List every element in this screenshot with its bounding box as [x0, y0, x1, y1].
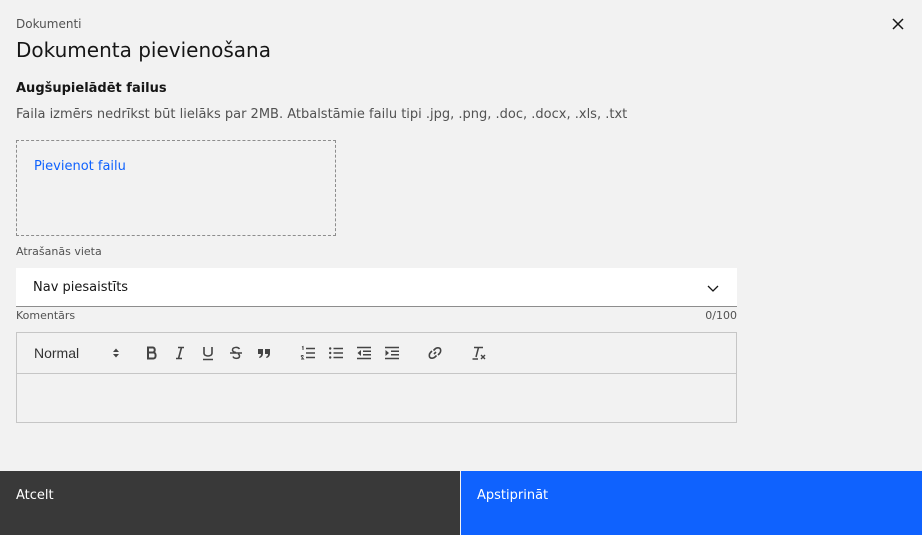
location-select[interactable]: Nav piesaistīts: [16, 268, 737, 307]
bullet-list-icon: [329, 347, 343, 359]
ordered-list-icon: [300, 345, 315, 360]
location-select-value: Nav piesaistīts: [33, 280, 129, 295]
format-select[interactable]: Normal: [34, 343, 120, 363]
italic-icon: [176, 346, 184, 360]
indent-button[interactable]: [383, 343, 401, 363]
add-file-link[interactable]: Pievienot failu: [34, 158, 126, 176]
cancel-button[interactable]: Atcelt: [0, 471, 460, 535]
editor-toolbar: Normal: [17, 333, 736, 374]
comment-editor: Normal: [16, 332, 737, 423]
bold-icon: [147, 346, 157, 360]
link-button[interactable]: [426, 343, 444, 363]
strikethrough-button[interactable]: [227, 343, 245, 363]
clear-format-button[interactable]: [470, 343, 488, 363]
modal-eyebrow: Dokumenti: [16, 17, 82, 31]
blockquote-icon: [258, 349, 270, 358]
confirm-button[interactable]: Apstiprināt: [461, 471, 922, 535]
strikethrough-icon: [230, 346, 242, 360]
outdent-button[interactable]: [355, 343, 373, 363]
comment-input[interactable]: [17, 374, 736, 422]
modal-footer: Atcelt Apstiprināt: [0, 471, 922, 535]
underline-icon: [203, 347, 213, 361]
chevron-down-icon: [707, 285, 719, 292]
format-select-value: Normal: [34, 345, 80, 361]
clear-format-icon: [472, 346, 486, 360]
comment-label: Komentārs: [16, 309, 76, 322]
updown-icon: [113, 348, 119, 358]
underline-button[interactable]: [199, 343, 217, 363]
blockquote-button[interactable]: [255, 343, 273, 363]
outdent-icon: [357, 346, 371, 360]
comment-counter: 0/100: [705, 309, 737, 322]
italic-button[interactable]: [171, 343, 189, 363]
modal-title: Dokumenta pievienošana: [16, 38, 271, 62]
ordered-list-button[interactable]: [299, 343, 317, 363]
indent-icon: [385, 346, 399, 360]
location-label: Atrašanās vieta: [16, 245, 102, 258]
confirm-button-label: Apstiprināt: [477, 488, 549, 503]
cancel-button-label: Atcelt: [16, 488, 54, 503]
link-icon: [428, 347, 442, 359]
upload-title: Augšupielādēt failus: [16, 81, 167, 96]
close-button[interactable]: [884, 10, 912, 38]
bold-button[interactable]: [143, 343, 161, 363]
close-icon: [892, 18, 904, 30]
file-dropzone[interactable]: Pievienot failu: [16, 140, 336, 236]
upload-description: Faila izmērs nedrīkst būt lielāks par 2M…: [16, 107, 628, 122]
bullet-list-button[interactable]: [327, 343, 345, 363]
modal: Dokumenti Dokumenta pievienošana Augšupi…: [0, 0, 922, 535]
